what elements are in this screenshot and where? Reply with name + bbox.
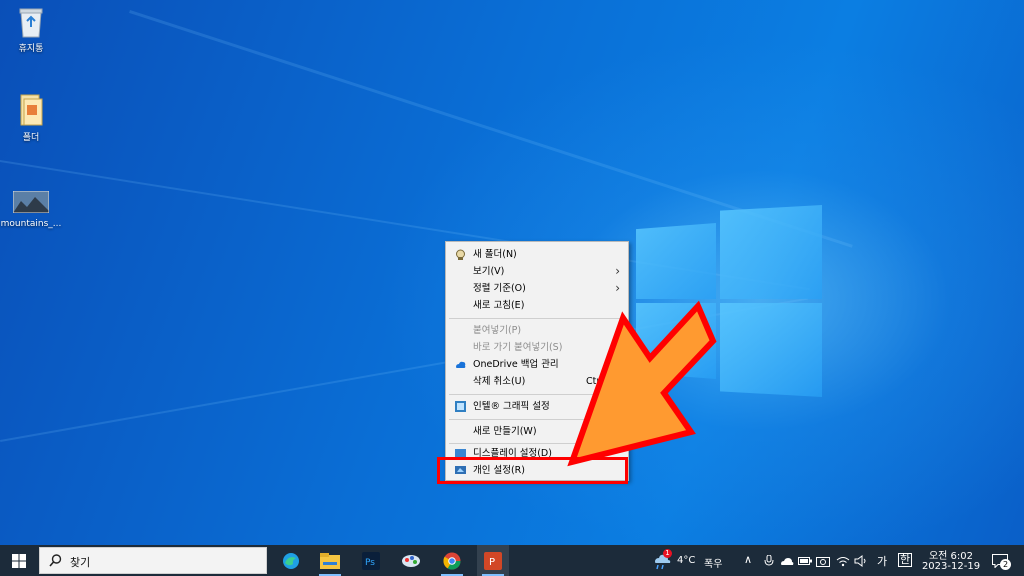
highlight-box	[437, 457, 628, 484]
menu-item-onedrive-backup[interactable]: OneDrive 백업 관리	[446, 356, 628, 373]
weather-badge: 1	[663, 549, 672, 558]
onedrive-cloud-icon	[455, 359, 466, 370]
menu-item-refresh[interactable]: 새로 고침(E)	[446, 297, 628, 314]
tray-icons	[760, 545, 872, 576]
taskbar: 찾기 Ps P 1 4°C 폭우 ∧ 가 한 오전 6:02 2023-12-1…	[0, 545, 1024, 576]
clock[interactable]: 오전 6:02 2023-12-19	[920, 545, 982, 576]
ime-language-button[interactable]: 가	[874, 545, 892, 576]
menu-separator	[449, 419, 625, 420]
chevron-up-icon: ∧	[744, 553, 753, 566]
ime-mode-button[interactable]: 한	[896, 545, 914, 576]
show-hidden-icons-button[interactable]: ∧	[742, 545, 756, 576]
paint-app-icon	[402, 555, 420, 567]
clock-time: 오전 6:02	[928, 551, 974, 562]
chevron-right-icon: ›	[615, 281, 620, 295]
weather-widget[interactable]: 1 4°C 폭우	[650, 545, 730, 576]
desktop-icon-folder[interactable]: 폴더	[0, 93, 62, 143]
desktop-icon-label: mountains_...	[0, 219, 62, 229]
recycle-bin-icon	[18, 6, 44, 38]
start-button[interactable]	[0, 545, 38, 576]
search-icon	[49, 554, 62, 567]
taskbar-edge[interactable]	[277, 545, 305, 576]
menu-item-paste: 붙여넣기(P)	[473, 325, 522, 336]
chrome-icon	[443, 552, 461, 570]
windows-start-icon	[12, 554, 26, 568]
intel-graphics-icon	[455, 401, 466, 412]
taskbar-paint[interactable]	[396, 545, 426, 576]
photoshop-icon: Ps	[362, 552, 380, 570]
menu-separator	[449, 443, 625, 444]
folder-icon	[455, 249, 466, 260]
file-explorer-icon	[320, 553, 340, 569]
menu-item-paste-shortcut: 바로 가기 붙여넣기(S)	[473, 342, 563, 353]
notification-count-badge: 2	[1000, 559, 1011, 570]
weather-condition: 폭우	[704, 559, 723, 570]
desktop-icon-image-file[interactable]: mountains_...	[0, 190, 62, 229]
menu-separator	[449, 318, 625, 319]
taskbar-file-explorer[interactable]	[315, 545, 345, 576]
image-file-icon	[12, 190, 50, 214]
folder-icon	[18, 93, 44, 127]
mic-icon[interactable]	[764, 555, 774, 567]
desktop-icon-label: 폴더	[22, 133, 40, 143]
battery-icon[interactable]	[798, 556, 812, 566]
taskbar-chrome[interactable]	[437, 545, 467, 576]
menu-item-sort-by[interactable]: 정렬 기준(O) ›	[446, 280, 628, 297]
weather-temp: 4°C	[677, 555, 696, 566]
powerpoint-icon: P	[484, 552, 502, 570]
clock-date: 2023-12-19	[921, 561, 981, 572]
volume-icon[interactable]	[854, 555, 868, 567]
taskbar-powerpoint[interactable]: P	[477, 545, 509, 576]
edge-icon	[283, 553, 299, 569]
menu-item-intel-graphics[interactable]: 인텔® 그래픽 설정	[446, 398, 628, 415]
menu-separator	[449, 394, 625, 395]
svg-text:Ps: Ps	[365, 558, 375, 568]
chevron-right-icon: ›	[615, 264, 620, 278]
menu-item-new[interactable]: 새로 만들기(W)	[446, 423, 628, 440]
taskbar-search-box[interactable]: 찾기	[39, 547, 267, 574]
desktop-icon-recycle-bin[interactable]: 휴지통	[0, 6, 62, 54]
taskbar-photoshop[interactable]: Ps	[356, 545, 386, 576]
menu-item-view[interactable]: 보기(V) ›	[446, 263, 628, 280]
menu-item-undo-delete[interactable]: 삭제 취소(U) Ctrl	[446, 373, 628, 390]
desktop-icon-label: 휴지통	[18, 44, 44, 54]
desktop-context-menu: 새 폴더(N) 보기(V) › 정렬 기준(O) › 새로 고침(E) 붙여넣기…	[445, 241, 629, 481]
wifi-icon[interactable]	[836, 555, 850, 567]
notification-center-button[interactable]: 2	[986, 545, 1016, 576]
camera-app-icon[interactable]	[816, 555, 830, 567]
menu-item-new-folder[interactable]: 새 폴더(N)	[446, 246, 628, 263]
svg-text:P: P	[489, 557, 495, 568]
onedrive-cloud-icon[interactable]	[780, 556, 794, 566]
